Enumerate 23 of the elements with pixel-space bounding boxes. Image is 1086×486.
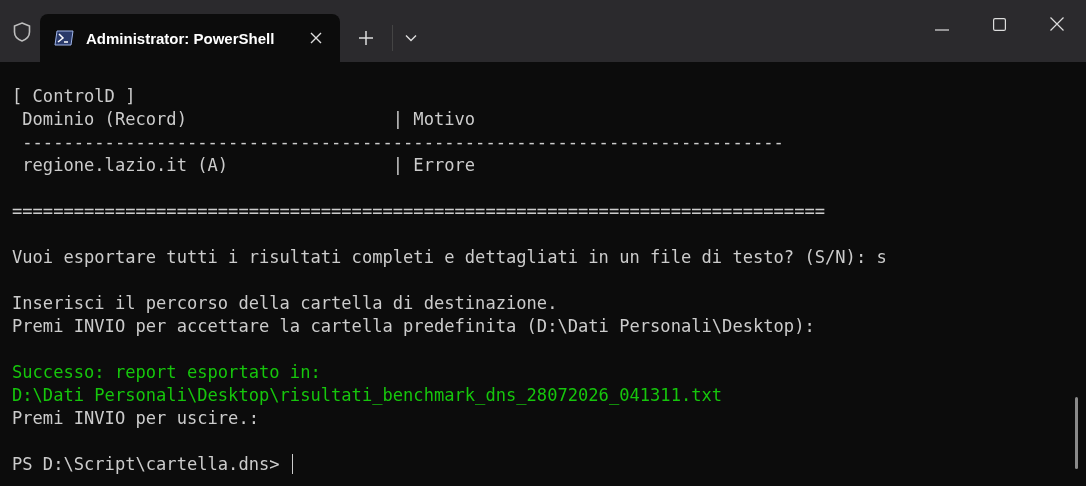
terminal-line: [ ControlD ] [12, 85, 136, 106]
command-prompt: PS D:\Script\cartella.dns> [12, 453, 280, 474]
close-icon[interactable] [310, 32, 322, 44]
shield-icon [13, 22, 31, 42]
terminal-line: Dominio (Record) | Motivo [21, 108, 476, 129]
terminal-line: Inserisci il percorso della cartella di destinazione. [12, 292, 558, 313]
terminal-line: Vuoi esportare tutti i risultati completi e dettagliati in un file di testo? (S/N): s [12, 246, 887, 267]
success-message: Successo: report esportato in: [12, 361, 321, 382]
terminal-line: =============================================================================== [12, 200, 825, 221]
new-tab-icon[interactable] [359, 31, 373, 45]
maximize-icon[interactable] [993, 18, 1006, 31]
success-message: D:\Dati Personali\Desktop\risultati_benchmark_dns_28072026_041311.txt [12, 384, 723, 405]
scrollbar-thumb[interactable] [1075, 397, 1078, 469]
terminal-line: Premi INVIO per uscire.: [12, 407, 259, 428]
close-icon[interactable] [1050, 17, 1064, 31]
tab-title: Administrator: PowerShell [86, 29, 276, 47]
chevron-icon[interactable] [405, 34, 417, 42]
terminal-line: -------------------------------------------------------------------------- [21, 131, 784, 152]
terminal-icon [54, 30, 74, 46]
terminal-line: Premi INVIO per accettare la cartella predefinita (D:\Dati Personali\Desktop): [12, 315, 815, 336]
terminal-tab[interactable]: Administrator: PowerShell [40, 14, 340, 62]
terminal-line: regione.lazio.it (A) | Errore [21, 154, 476, 175]
text-cursor [291, 453, 294, 474]
